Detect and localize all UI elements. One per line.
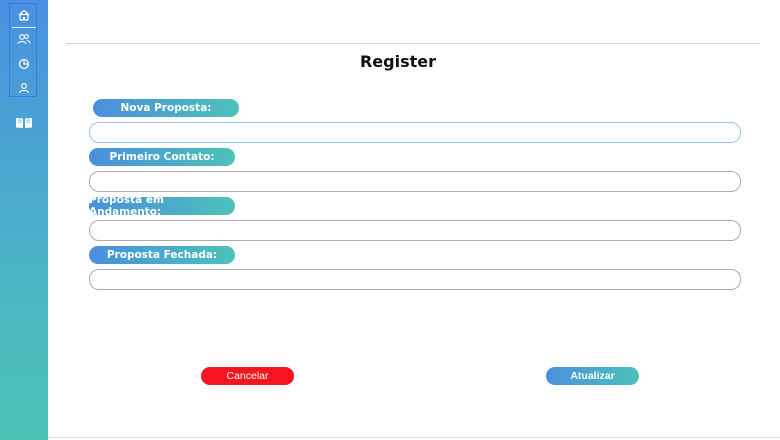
cancel-button[interactable]: Cancelar <box>201 367 294 385</box>
sidebar-item-profile[interactable] <box>10 77 38 99</box>
label-proposta-em-andamento: Proposta em Andamento: <box>89 194 235 218</box>
proposta-fechada-input[interactable] <box>89 269 741 290</box>
sidebar-item-users[interactable] <box>10 28 38 50</box>
user-icon <box>18 83 30 94</box>
users-icon <box>17 34 31 45</box>
label-primeiro-contato: Primeiro Contato: <box>89 148 235 166</box>
header-divider <box>66 43 760 44</box>
page-title: Register <box>359 52 437 71</box>
label-nova-proposta: Nova Proposta: <box>93 99 239 117</box>
proposta-em-andamento-input[interactable] <box>89 220 741 241</box>
footer-divider <box>48 437 780 438</box>
label-proposta-fechada: Proposta Fechada: <box>89 246 235 264</box>
sidebar-item-book[interactable] <box>14 114 34 130</box>
book-icon <box>16 117 32 128</box>
sidebar-nav-group <box>9 3 37 97</box>
sidebar-item-home[interactable] <box>10 4 38 28</box>
nova-proposta-input[interactable] <box>89 122 741 143</box>
home-icon <box>18 9 30 21</box>
primeiro-contato-input[interactable] <box>89 171 741 192</box>
update-button[interactable]: Atualizar <box>546 367 639 385</box>
